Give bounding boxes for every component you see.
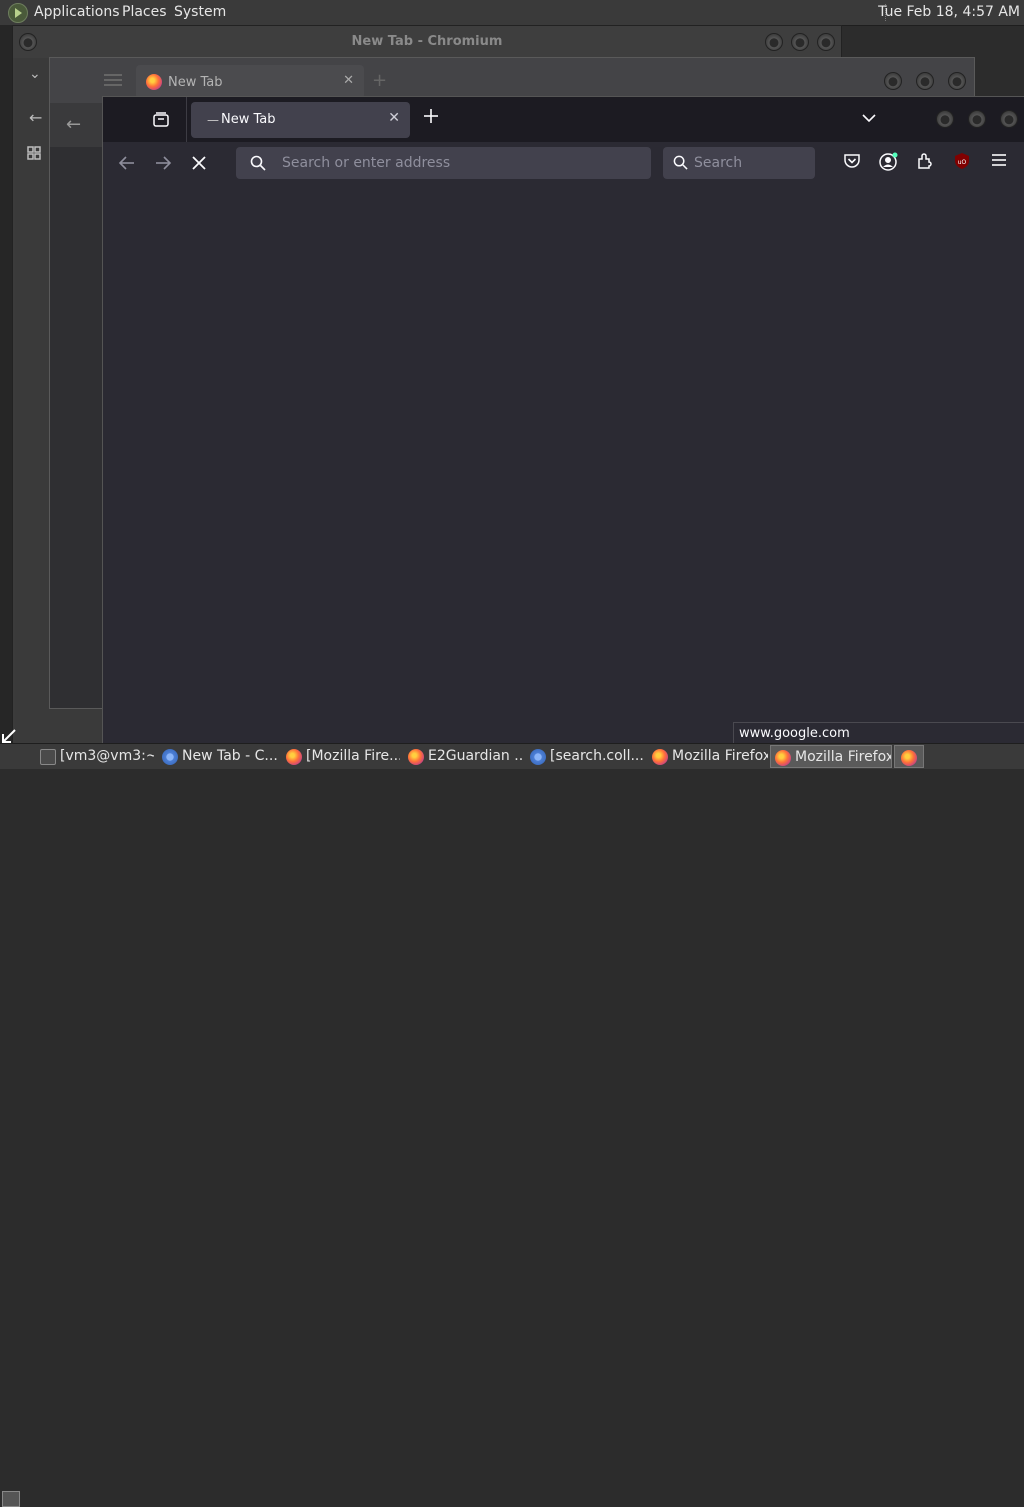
distro-logo-icon[interactable] [8,3,28,23]
menu-system[interactable]: System [174,4,226,20]
taskbar-item-label: Mozilla Firefox [672,748,768,764]
top-panel: Applications Places System Tue Feb 18, 4… [0,0,1024,26]
taskbar-item-e2guardian[interactable]: E2Guardian ... [404,745,522,768]
status-url-tooltip: www.google.com [733,722,1024,744]
tab-separator [186,97,187,142]
firefox-view-icon[interactable] [147,106,175,134]
list-all-tabs-chevron-icon[interactable] [861,110,877,130]
firefox-window: — New Tab ✕ Search or enter address Sear… [102,96,1024,744]
hamburger-icon[interactable] [104,72,122,91]
address-placeholder: Search or enter address [282,155,451,171]
taskbar-item-firefox-small[interactable] [894,745,924,768]
tab-label: New Tab [221,112,276,127]
show-desktop-icon[interactable] [1,728,21,744]
taskbar-item-label: New Tab - C... [182,748,278,764]
svg-text:uO: uO [958,159,967,166]
search-icon [250,155,266,175]
tab-new-tab[interactable]: — New Tab ✕ [191,102,410,138]
chevron-down-icon[interactable]: ⌄ [29,66,41,82]
minimize-icon[interactable] [936,110,954,128]
back-arrow-icon[interactable]: ← [29,108,42,127]
navigation-toolbar: Search or enter address Search uO [103,142,1024,183]
taskbar-item-firefox-1[interactable]: [Mozilla Fire... [282,745,400,768]
taskbar-item-label: [Mozilla Fire... [306,748,400,764]
firefox-icon [652,749,668,765]
taskbar-item-chromium[interactable]: New Tab - C... [158,745,278,768]
firefox-icon [901,750,917,766]
account-icon[interactable] [879,152,901,174]
new-tab-icon[interactable] [423,105,439,130]
tab-new-tab-back[interactable]: New Tab ✕ [136,65,364,99]
firefox-icon [286,749,302,765]
close-icon[interactable] [948,72,966,90]
taskbar-item-label: [search.coll... [550,748,644,764]
forward-arrow-icon[interactable] [150,150,176,176]
tab-label: New Tab [168,75,223,90]
workspace-switcher-icon[interactable] [2,1491,20,1507]
taskbar-item-firefox-2[interactable]: Mozilla Firefox [648,745,768,768]
maximize-icon[interactable] [791,33,809,51]
firefox-icon [408,749,424,765]
window-title: New Tab - Chromium [351,34,503,49]
apps-grid-icon[interactable] [27,146,41,164]
new-tab-icon[interactable]: + [372,70,387,91]
menu-places[interactable]: Places [122,4,167,20]
tab-close-icon[interactable]: ✕ [343,73,354,88]
back-arrow-icon[interactable]: ← [66,114,81,135]
chromium-icon [162,749,178,765]
pocket-icon[interactable] [843,152,865,174]
taskbar-item-label: E2Guardian ... [428,748,522,764]
firefox-icon [775,750,791,766]
page-content[interactable] [103,183,1024,744]
maximize-icon[interactable] [968,110,986,128]
taskbar-item-firefox-active[interactable]: Mozilla Firefox [770,745,892,768]
hamburger-menu-icon[interactable] [991,152,1013,174]
chromium-icon [530,749,546,765]
close-icon[interactable] [817,33,835,51]
extensions-icon[interactable] [916,152,938,174]
terminal-icon [40,749,56,765]
taskbar-item-search-collection[interactable]: [search.coll... [526,745,644,768]
minimize-icon[interactable] [765,33,783,51]
tab-loading-icon: — [207,113,219,127]
chromium-titlebar[interactable]: New Tab - Chromium [13,26,841,58]
firefox-titlebar[interactable]: — New Tab ✕ [103,97,1024,142]
stop-loading-icon[interactable] [186,150,212,176]
desktop-edge [0,25,12,743]
ublock-origin-icon[interactable]: uO [953,152,975,174]
taskbar-item-terminal[interactable]: [vm3@vm3:~] [36,745,154,768]
search-placeholder: Search [694,155,743,171]
search-icon [673,155,688,174]
address-bar[interactable]: Search or enter address [236,147,651,179]
menu-applications[interactable]: Applications [34,4,120,20]
tab-close-icon[interactable]: ✕ [388,110,400,126]
firefox-icon [146,74,162,90]
close-icon[interactable] [1000,110,1018,128]
search-bar[interactable]: Search [663,147,815,179]
taskbar: [vm3@vm3:~] New Tab - C... [Mozilla Fire… [0,743,1024,1507]
taskbar-item-label: Mozilla Firefox [795,749,892,765]
clock[interactable]: Tue Feb 18, 4:57 AM [878,4,1020,20]
window-menu-icon[interactable] [19,33,37,51]
maximize-icon[interactable] [916,72,934,90]
back-arrow-icon[interactable] [114,150,140,176]
minimize-icon[interactable] [884,72,902,90]
taskbar-item-label: [vm3@vm3:~] [60,748,154,764]
